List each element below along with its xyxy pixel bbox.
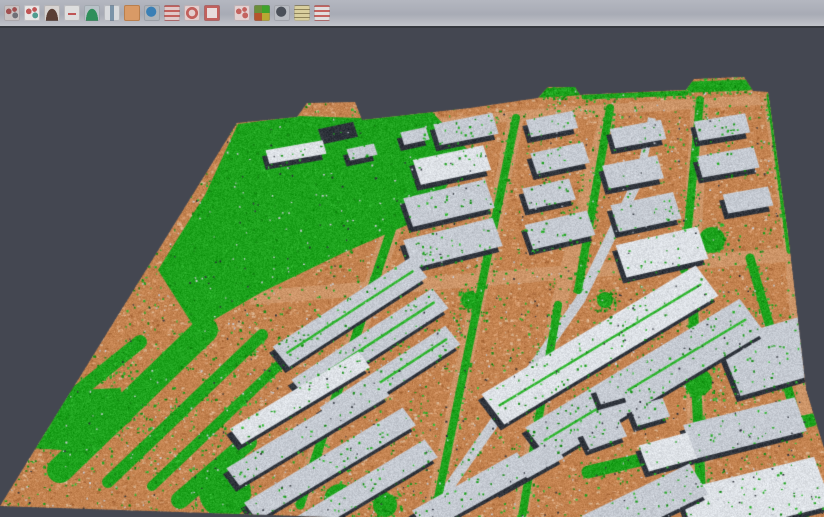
fit-extents-icon[interactable]: [204, 5, 220, 21]
settings-ring-icon[interactable]: [184, 5, 200, 21]
toolbar: [0, 0, 824, 28]
point-picking-icon[interactable]: [24, 5, 40, 21]
terrain-model-icon[interactable]: [84, 5, 100, 21]
mesh-terrain-icon[interactable]: [44, 5, 60, 21]
report-icon[interactable]: [294, 5, 310, 21]
flag-stripes-icon[interactable]: [314, 5, 330, 21]
open-cloud-icon[interactable]: [4, 5, 20, 21]
cross-section-icon[interactable]: [234, 5, 250, 21]
sphere-tool-icon[interactable]: [274, 5, 290, 21]
app-window: [0, 0, 824, 517]
globe-icon[interactable]: [144, 5, 160, 21]
histogram-column-icon[interactable]: [104, 5, 120, 21]
area-select-icon[interactable]: [124, 5, 140, 21]
profile-tool-icon[interactable]: [64, 5, 80, 21]
3d-viewport[interactable]: [0, 30, 824, 517]
layers-icon[interactable]: [164, 5, 180, 21]
classification-map-icon[interactable]: [254, 5, 270, 21]
